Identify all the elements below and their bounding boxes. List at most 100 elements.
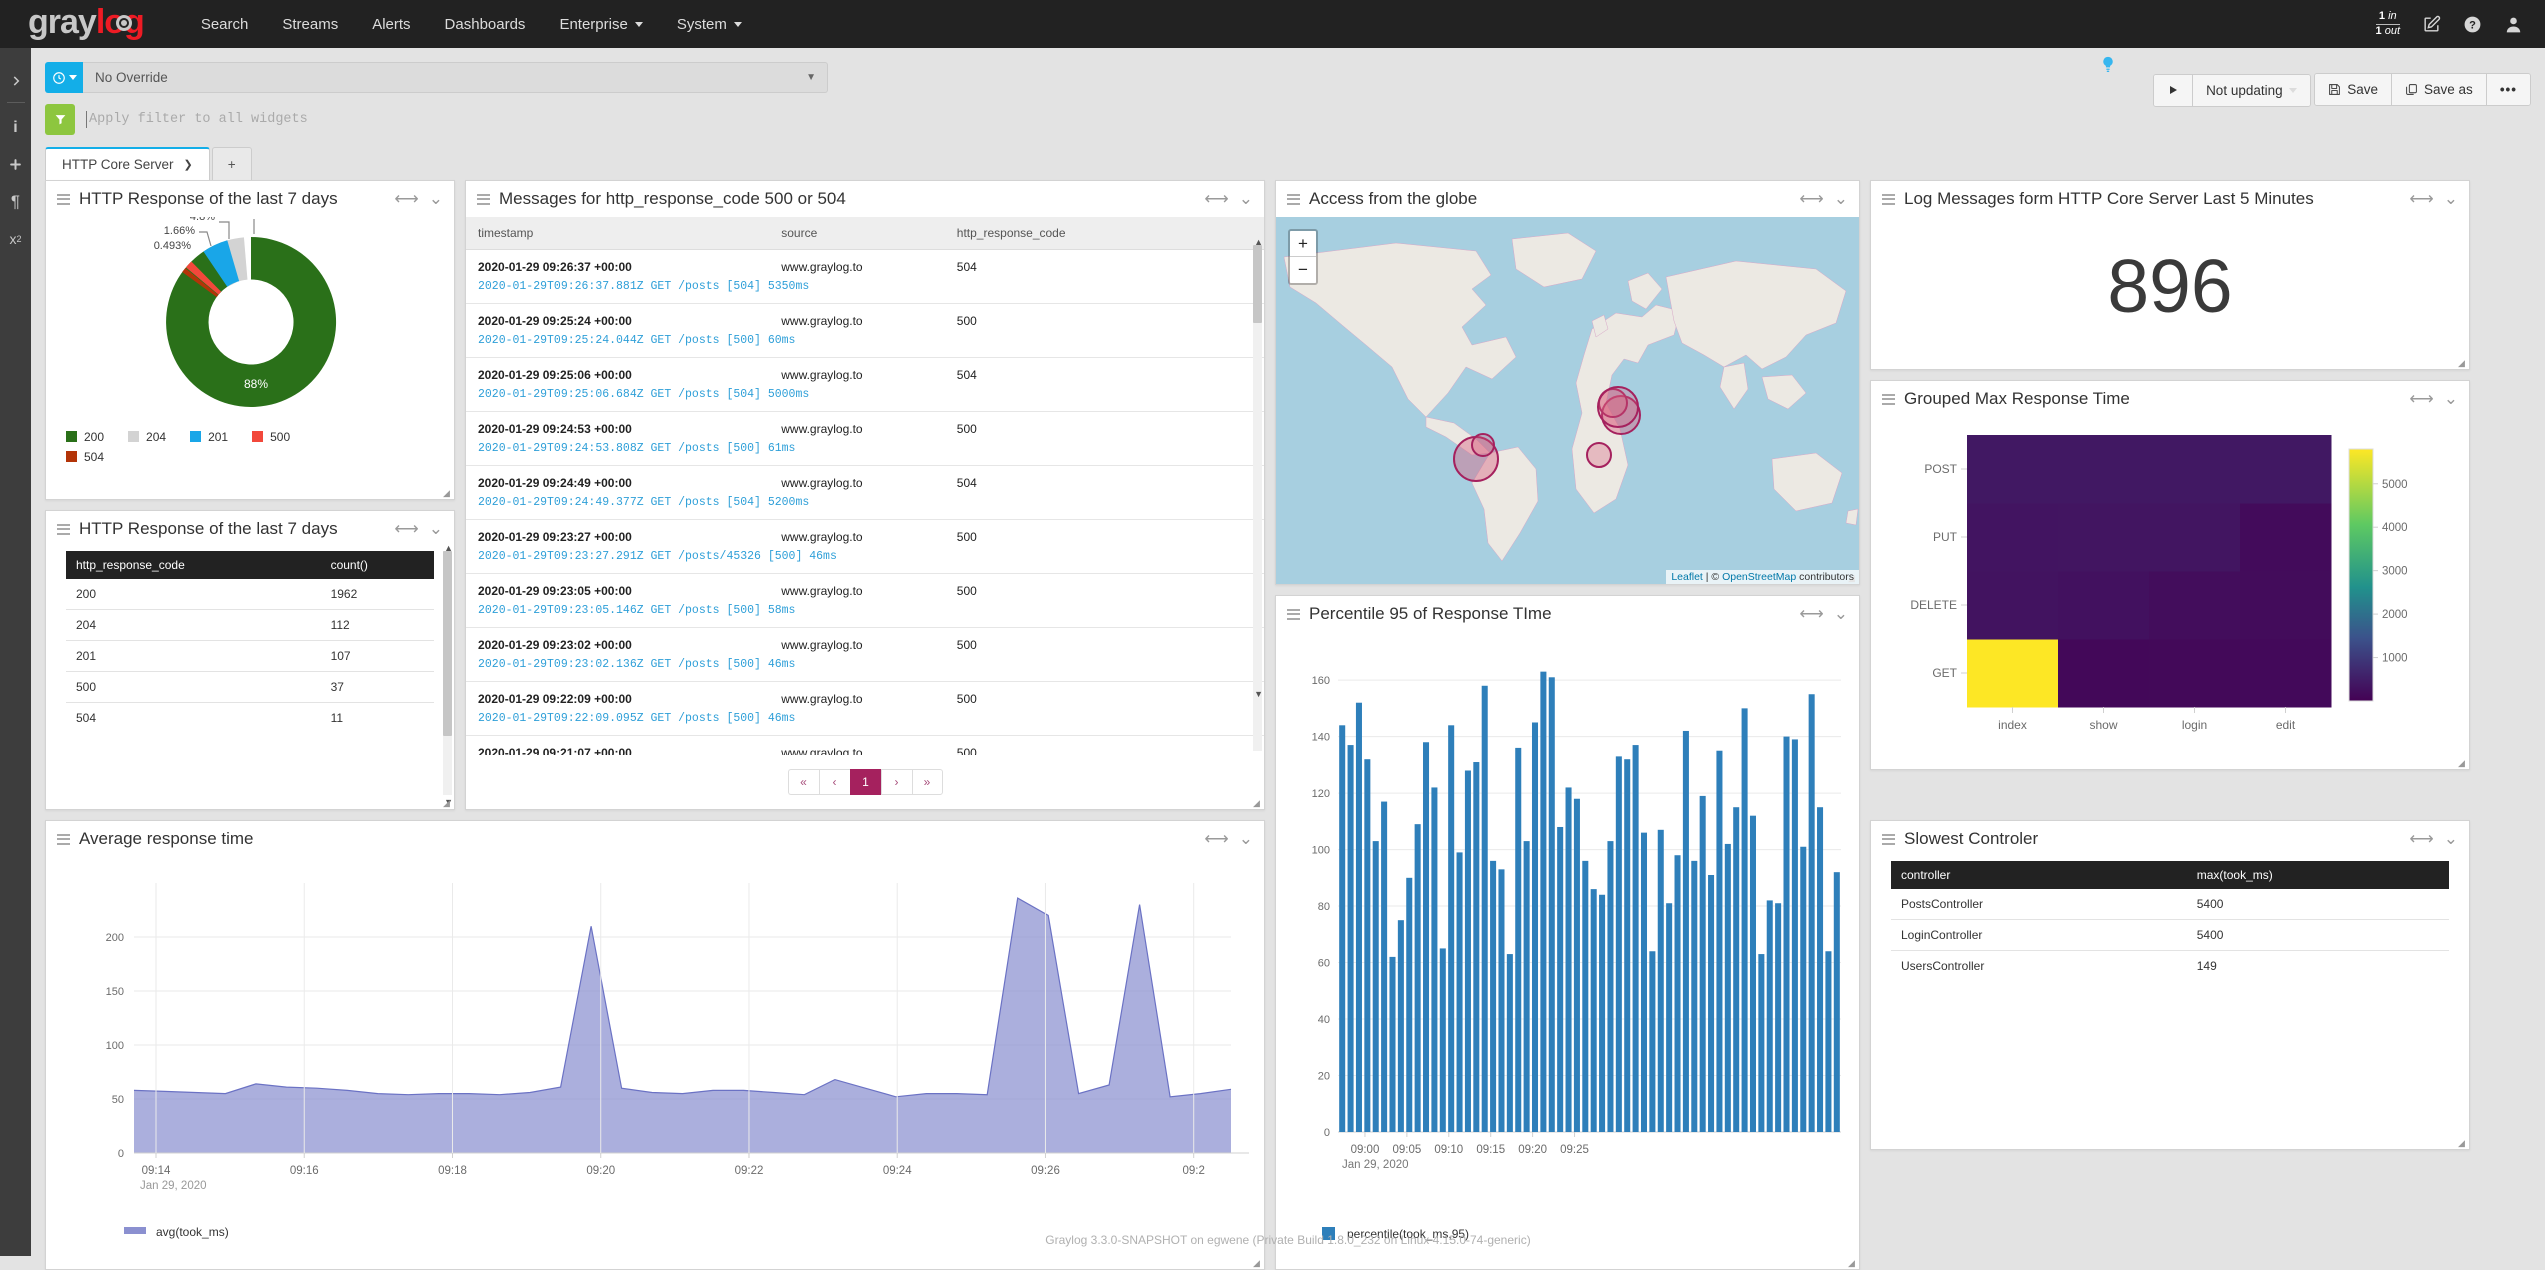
chevron-down-icon[interactable]: ❯ [184,158,193,171]
help-icon[interactable]: ? [2463,15,2482,34]
legend-item-201[interactable]: 201 [190,430,228,444]
column-header-controller[interactable]: controller [1891,861,2187,889]
resize-icon[interactable]: ⟷ [2409,189,2433,209]
table-row[interactable]: PostsController5400 [1891,889,2449,920]
resize-grip-icon[interactable]: ◢ [1253,1258,1262,1267]
average-area-chart[interactable]: 05010015020009:1409:1609:1809:2009:2209:… [46,857,1265,1227]
message-row[interactable]: 2020-01-29 09:25:24 +00:00www.graylog.to… [466,304,1264,331]
scroll-down-icon[interactable]: ▼ [1254,689,1263,699]
scrollbar-thumb[interactable] [1253,245,1262,323]
message-row[interactable]: 2020-01-29 09:24:49 +00:00www.graylog.to… [466,466,1264,493]
resize-icon[interactable]: ⟷ [1204,829,1228,849]
table-row[interactable]: 204112 [66,610,434,641]
zoom-in-button[interactable]: + [1290,231,1316,257]
nav-item-enterprise[interactable]: Enterprise [542,2,659,47]
graylog-logo[interactable]: graylog [28,3,144,42]
legend-item-204[interactable]: 204 [128,430,166,444]
table-scrollbar[interactable] [443,551,452,795]
page-prev-button[interactable]: ‹ [819,769,850,795]
chevron-down-icon[interactable]: ⌄ [2444,189,2458,209]
throughput-indicator[interactable]: 1 in 1 out [2376,10,2400,38]
message-row[interactable]: 2020-01-29 09:26:37 +00:00www.graylog.to… [466,250,1264,277]
table-row[interactable]: UsersController149 [1891,951,2449,982]
nav-item-search[interactable]: Search [184,2,266,47]
chevron-down-icon[interactable]: ⌄ [2444,829,2458,849]
legend-item-504[interactable]: 504 [66,450,434,464]
leaflet-map[interactable]: + − Leaflet | © OpenStreetMap contributo… [1276,217,1859,584]
page-1-button[interactable]: 1 [850,769,881,795]
scrollbar-thumb[interactable] [443,551,452,736]
drag-handle-icon[interactable] [1882,834,1895,845]
nav-item-alerts[interactable]: Alerts [355,2,427,47]
chevron-down-icon[interactable]: ⌄ [1239,189,1253,209]
messages-scrollbar[interactable] [1253,245,1262,751]
heatmap-chart[interactable]: GETDELETEPUTPOSTindexshowloginedit100020… [1871,417,2470,767]
chevron-down-icon[interactable]: ⌄ [2444,389,2458,409]
table-row[interactable]: 201107 [66,641,434,672]
plus-icon[interactable] [0,146,31,183]
message-row[interactable]: 2020-01-29 09:23:05 +00:00www.graylog.to… [466,574,1264,601]
resize-icon[interactable]: ⟷ [1799,604,1823,624]
drag-handle-icon[interactable] [1882,194,1895,205]
message-row[interactable]: 2020-01-29 09:22:09 +00:00www.graylog.to… [466,682,1264,709]
resize-grip-icon[interactable]: ◢ [1253,798,1262,807]
filter-button[interactable] [45,104,75,135]
table-row[interactable]: LoginController5400 [1891,920,2449,951]
chevron-down-icon[interactable]: ⌄ [1834,189,1848,209]
chevron-right-icon[interactable] [0,62,31,99]
user-icon[interactable] [2504,15,2523,34]
legend-item-500[interactable]: 500 [252,430,290,444]
chevron-down-icon[interactable]: ⌄ [429,189,443,209]
page-first-button[interactable]: « [788,769,819,795]
chevron-down-icon[interactable]: ⌄ [1239,829,1253,849]
play-refresh-button[interactable] [2154,75,2193,106]
column-header-code[interactable]: http_response_code [945,217,1264,250]
time-override-select[interactable]: No Override ▼ [83,62,828,93]
chevron-down-icon[interactable]: ⌄ [1834,604,1848,624]
message-row[interactable]: 2020-01-29 09:21:07 +00:00www.graylog.to… [466,736,1264,756]
resize-grip-icon[interactable]: ◢ [1848,1258,1857,1267]
resize-icon[interactable]: ⟷ [2409,389,2433,409]
save-as-button[interactable]: Save as [2392,74,2487,105]
resize-icon[interactable]: ⟷ [1204,189,1228,209]
percentile-bar-chart[interactable]: 02040608010012014016009:0009:0509:1009:1… [1276,632,1860,1222]
message-row[interactable]: 2020-01-29 09:25:06 +00:00www.graylog.to… [466,358,1264,385]
message-row[interactable]: 2020-01-29 09:24:53 +00:00www.graylog.to… [466,412,1264,439]
drag-handle-icon[interactable] [477,194,490,205]
drag-handle-icon[interactable] [57,194,70,205]
timerange-button[interactable] [45,62,83,93]
chevron-down-icon[interactable]: ⌄ [429,519,443,539]
table-row[interactable]: 50411 [66,703,434,734]
refresh-interval-dropdown[interactable]: Not updating [2193,75,2310,106]
column-header-code[interactable]: http_response_code [66,551,321,579]
drag-handle-icon[interactable] [57,524,70,535]
table-row[interactable]: 2001962 [66,579,434,610]
table-row[interactable]: 50037 [66,672,434,703]
drag-handle-icon[interactable] [1287,194,1300,205]
info-icon[interactable]: i [0,109,31,146]
column-header-count[interactable]: count() [321,551,434,579]
column-header-timestamp[interactable]: timestamp [466,217,769,250]
resize-icon[interactable]: ⟷ [394,189,418,209]
column-header-source[interactable]: source [769,217,945,250]
page-last-button[interactable]: » [912,769,943,795]
drag-handle-icon[interactable] [1287,609,1300,620]
subscript-icon[interactable]: x2 [0,220,31,257]
openstreetmap-link[interactable]: OpenStreetMap [1722,571,1796,583]
resize-grip-icon[interactable]: ◢ [2458,358,2467,367]
edit-icon[interactable] [2422,15,2441,34]
zoom-out-button[interactable]: − [1290,257,1316,283]
resize-grip-icon[interactable]: ◢ [443,798,452,807]
scroll-up-icon[interactable]: ▲ [444,543,453,553]
more-actions-button[interactable]: ••• [2487,74,2530,105]
save-button[interactable]: Save [2315,74,2392,105]
add-tab-button[interactable]: + [212,147,252,180]
page-next-button[interactable]: › [881,769,912,795]
nav-item-dashboards[interactable]: Dashboards [428,2,543,47]
message-row[interactable]: 2020-01-29 09:23:02 +00:00www.graylog.to… [466,628,1264,655]
widget-filter-input[interactable]: Apply filter to all widgets [75,104,2531,135]
resize-icon[interactable]: ⟷ [1799,189,1823,209]
resize-grip-icon[interactable]: ◢ [443,488,452,497]
nav-item-streams[interactable]: Streams [265,2,355,47]
nav-item-system[interactable]: System [660,2,759,47]
